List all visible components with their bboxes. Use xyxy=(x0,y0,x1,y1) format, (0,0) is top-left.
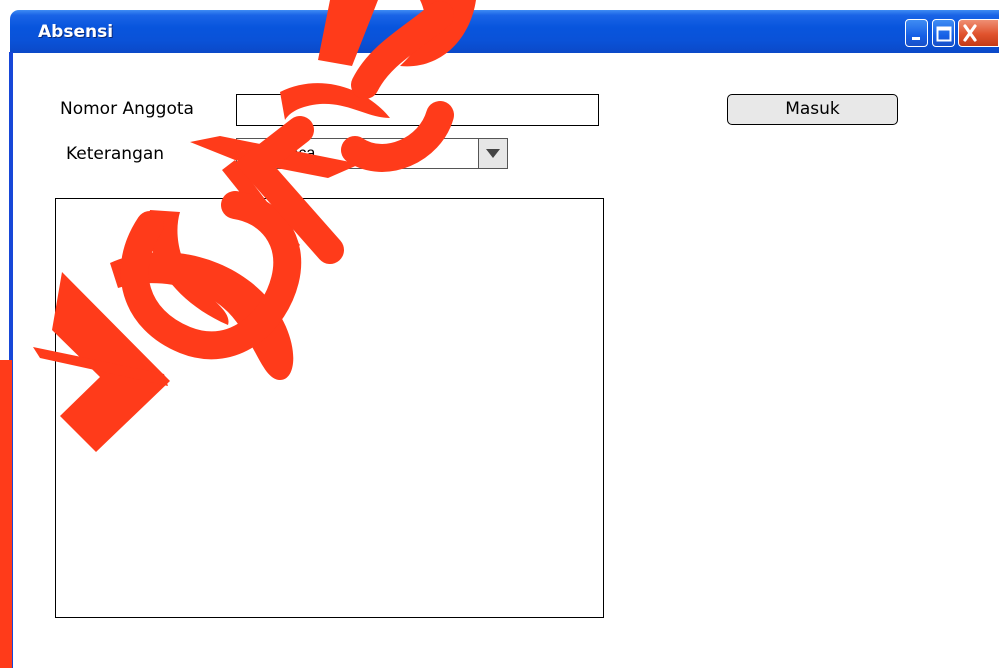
close-icon xyxy=(963,24,977,42)
chevron-down-icon xyxy=(486,149,500,158)
window-left-border xyxy=(9,52,13,668)
maximize-button[interactable] xyxy=(932,19,955,47)
dropdown-button[interactable] xyxy=(478,139,507,168)
minimize-icon xyxy=(912,37,920,40)
window-title: Absensi xyxy=(38,22,114,42)
keterangan-selected-value: Membaca xyxy=(245,145,316,162)
masuk-button[interactable]: Masuk xyxy=(727,94,898,125)
absensi-window: Absensi Nomor Anggota Masuk Keterangan M… xyxy=(0,0,999,668)
keterangan-label: Keterangan xyxy=(66,144,165,164)
minimize-button[interactable] xyxy=(905,19,928,47)
title-bar[interactable] xyxy=(10,10,999,53)
nomor-anggota-label: Nomor Anggota xyxy=(60,99,194,119)
nomor-anggota-input[interactable] xyxy=(236,94,599,126)
maximize-icon xyxy=(936,26,952,42)
close-button[interactable] xyxy=(958,19,999,47)
keterangan-select[interactable]: Membaca xyxy=(236,138,508,169)
attendance-list[interactable] xyxy=(55,198,604,618)
